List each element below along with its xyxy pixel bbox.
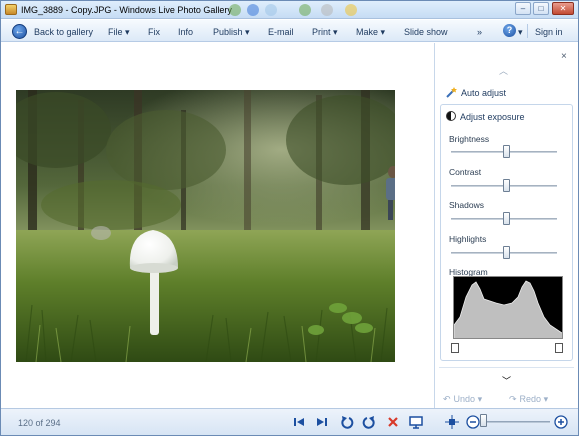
zoom-slider[interactable] — [480, 414, 487, 427]
adjust-exposure-label: Adjust exposure — [460, 112, 525, 122]
make-menu-label: Make — [356, 27, 379, 37]
info-button[interactable]: Info — [178, 27, 193, 37]
command-separator — [527, 24, 528, 38]
brightness-slider[interactable] — [503, 145, 510, 158]
highlights-slider[interactable] — [503, 246, 510, 259]
photo-gallery-window: IMG_3889 - Copy.JPG - Windows Live Photo… — [0, 0, 579, 436]
favorite-star-icon[interactable] — [345, 4, 357, 16]
undo-icon: ↶ — [443, 394, 451, 404]
quick-access-icon[interactable] — [229, 4, 241, 16]
back-to-gallery-button[interactable]: Back to gallery — [34, 27, 93, 37]
back-arrow-icon[interactable]: ← — [12, 24, 27, 39]
brightness-label: Brightness — [449, 134, 490, 144]
minimize-button[interactable]: – — [515, 2, 531, 15]
slideshow-icon[interactable] — [409, 415, 423, 429]
chevron-down-icon[interactable]: ﹀ — [502, 374, 511, 387]
make-menu[interactable]: Make ▾ — [356, 27, 385, 38]
zoom-track[interactable] — [486, 421, 550, 423]
histogram-black-point-handle[interactable] — [451, 343, 459, 353]
zoom-out-icon[interactable] — [466, 415, 480, 429]
next-icon[interactable] — [315, 415, 329, 429]
chevron-down-icon: ▾ — [125, 27, 130, 37]
auto-adjust-wand-icon — [446, 87, 457, 98]
rotate-clockwise-icon[interactable] — [362, 415, 376, 429]
email-button[interactable]: E-mail — [268, 27, 294, 37]
chevron-down-icon: ▾ — [333, 27, 338, 37]
quick-access-icon[interactable] — [321, 4, 333, 16]
redo-button[interactable]: ↷ Redo ▾ — [509, 394, 548, 405]
previous-icon[interactable] — [292, 415, 306, 429]
sign-in-button[interactable]: Sign in — [535, 27, 563, 37]
highlights-label: Highlights — [449, 234, 487, 244]
help-icon[interactable]: ? — [503, 24, 516, 37]
photo-viewer — [1, 43, 434, 408]
shadows-label: Shadows — [449, 200, 484, 210]
undo-label: Undo — [453, 394, 476, 404]
chevron-down-icon[interactable]: ▾ — [518, 27, 523, 38]
fix-button[interactable]: Fix — [148, 27, 160, 37]
title-bar: IMG_3889 - Copy.JPG - Windows Live Photo… — [1, 1, 578, 19]
slide-show-button[interactable]: Slide show — [404, 27, 448, 37]
actual-size-icon[interactable] — [445, 415, 459, 429]
shadows-slider[interactable] — [503, 212, 510, 225]
photo-position-counter: 120 of 294 — [18, 418, 61, 428]
chevron-down-icon: ▾ — [380, 27, 386, 37]
chevron-up-icon[interactable]: ︿ — [499, 64, 508, 77]
more-commands-button[interactable]: » — [477, 27, 482, 37]
close-window-button[interactable]: ✕ — [552, 2, 574, 15]
auto-adjust-label: Auto adjust — [461, 88, 507, 98]
quick-access-icon[interactable] — [299, 4, 311, 16]
app-icon — [5, 4, 17, 15]
maximize-button[interactable]: □ — [533, 2, 549, 15]
file-menu[interactable]: File ▾ — [108, 27, 130, 38]
window-title: IMG_3889 - Copy.JPG - Windows Live Photo… — [21, 5, 232, 15]
rotate-counterclockwise-icon[interactable] — [340, 415, 354, 429]
exposure-icon — [446, 111, 456, 121]
adjust-exposure-section: Adjust exposure Brightness Contrast Shad… — [440, 104, 573, 361]
bottom-toolbar: 120 of 294 — [1, 408, 578, 435]
zoom-in-icon[interactable] — [554, 415, 568, 429]
redo-label: Redo — [519, 394, 542, 404]
quick-access-icon[interactable] — [247, 4, 259, 16]
redo-icon: ↷ — [509, 394, 517, 404]
print-menu[interactable]: Print ▾ — [312, 27, 338, 38]
print-menu-label: Print — [312, 27, 331, 37]
quick-access-icon[interactable] — [265, 4, 277, 16]
close-panel-icon[interactable]: × — [561, 51, 567, 62]
chevron-down-icon: ▾ — [245, 27, 250, 37]
undo-button[interactable]: ↶ Undo ▾ — [443, 394, 482, 405]
histogram-graph — [453, 276, 563, 339]
delete-icon[interactable] — [386, 415, 400, 429]
panel-separator — [439, 367, 574, 368]
publish-menu-label: Publish — [213, 27, 243, 37]
command-bar: ← Back to gallery File ▾ Fix Info Publis… — [1, 20, 578, 42]
file-menu-label: File — [108, 27, 123, 37]
histogram-white-point-handle[interactable] — [555, 343, 563, 353]
contrast-label: Contrast — [449, 167, 482, 177]
publish-menu[interactable]: Publish ▾ — [213, 27, 250, 38]
contrast-slider[interactable] — [503, 179, 510, 192]
photo-image[interactable] — [16, 90, 395, 362]
histogram-plot — [453, 280, 563, 338]
mushroom-photo — [16, 90, 395, 362]
